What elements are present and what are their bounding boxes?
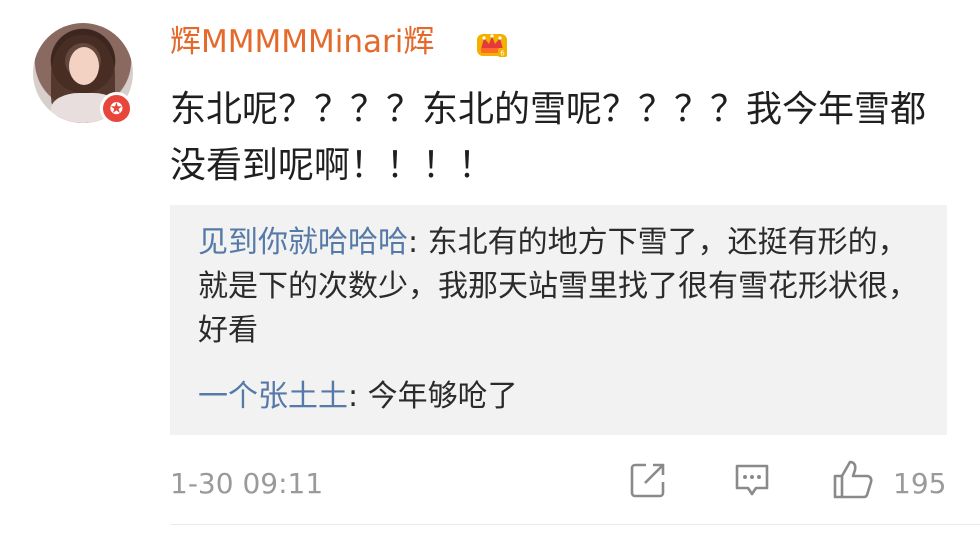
like-icon[interactable] bbox=[831, 457, 875, 501]
divider bbox=[170, 524, 980, 525]
reply-text: 今年够呛了 bbox=[367, 379, 518, 414]
like-count: 195 bbox=[893, 467, 947, 500]
reply-separator: : bbox=[348, 379, 368, 414]
svg-text:6: 6 bbox=[500, 50, 505, 58]
reply-item[interactable]: 见到你就哈哈哈: 东北有的地方下雪了，还挺有形的，就是下的次数少，我那天站雪里找… bbox=[198, 221, 918, 353]
share-icon[interactable] bbox=[628, 460, 668, 500]
avatar-face bbox=[69, 47, 99, 85]
reply-author[interactable]: 见到你就哈哈哈 bbox=[198, 225, 408, 260]
comment-timestamp: 1-30 09:11 bbox=[170, 467, 324, 500]
reply-item[interactable]: 一个张土土: 今年够呛了 bbox=[198, 375, 918, 419]
crown-badge-icon: 6 bbox=[477, 34, 507, 58]
reply-separator: : bbox=[408, 225, 428, 260]
weibo-v-badge-icon: ✪ bbox=[100, 92, 133, 125]
reply-author[interactable]: 一个张土土 bbox=[198, 379, 348, 414]
username[interactable]: 辉MMMMMinari辉 bbox=[170, 22, 434, 62]
comment-text: 东北呢？？？？东北的雪呢？？？？我今年雪都没看到呢啊！！！！ bbox=[170, 89, 927, 186]
comment-icon[interactable] bbox=[732, 460, 772, 500]
reply-box[interactable]: 见到你就哈哈哈: 东北有的地方下雪了，还挺有形的，就是下的次数少，我那天站雪里找… bbox=[170, 205, 947, 435]
